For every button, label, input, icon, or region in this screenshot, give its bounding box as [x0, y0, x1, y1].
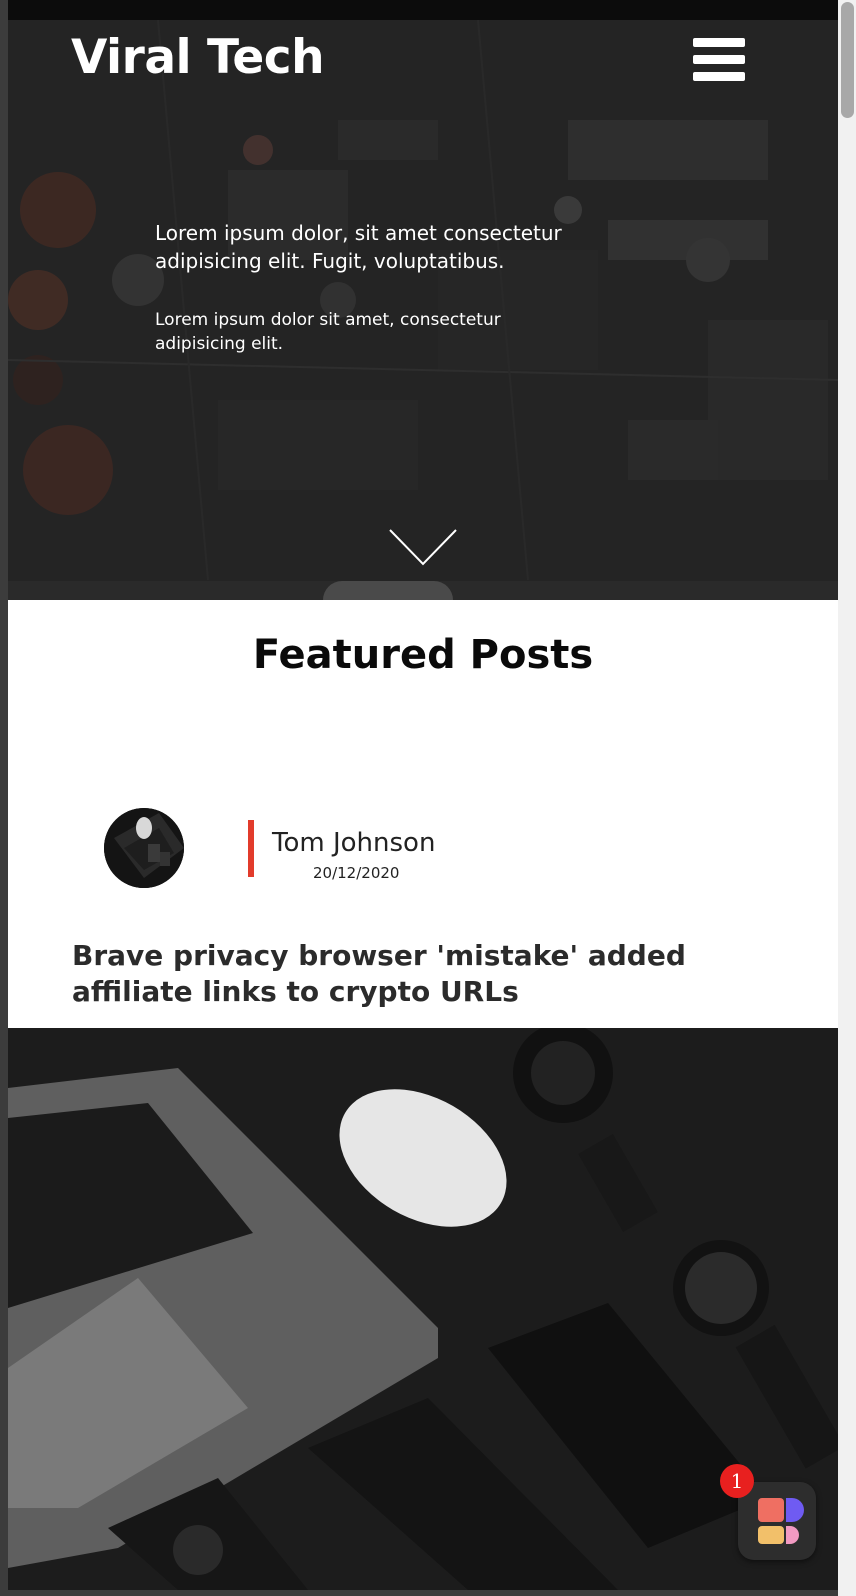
app-grid-icon — [758, 1498, 804, 1544]
hero-bottom-tab — [323, 581, 453, 600]
notification-badge: 1 — [720, 1464, 754, 1498]
browser-viewport: Viral Tech Lorem ipsum dolor, sit amet c… — [0, 0, 856, 1596]
hero-subtext: Lorem ipsum dolor sit amet, consectetur … — [155, 310, 501, 354]
post-date: 20/12/2020 — [313, 864, 400, 882]
author-name[interactable]: Tom Johnson — [272, 828, 435, 858]
hero-headline: Lorem ipsum dolor, sit amet consectetur … — [155, 221, 562, 273]
avatar-image — [104, 808, 184, 888]
site-brand[interactable]: Viral Tech — [71, 30, 325, 85]
scrollbar-thumb[interactable] — [841, 2, 854, 118]
author-avatar[interactable] — [104, 808, 184, 888]
author-accent-bar — [248, 820, 254, 877]
hamburger-menu-icon[interactable] — [693, 38, 745, 82]
top-band — [8, 0, 838, 20]
desk-photo — [8, 1028, 838, 1590]
page: Viral Tech Lorem ipsum dolor, sit amet c… — [8, 0, 838, 1590]
hero-section: Viral Tech Lorem ipsum dolor, sit amet c… — [8, 0, 838, 600]
section-title: Featured Posts — [252, 632, 594, 678]
vertical-scrollbar[interactable] — [838, 0, 856, 1596]
floating-app-widget[interactable]: 1 — [720, 1464, 816, 1560]
chevron-down-icon[interactable] — [388, 528, 458, 568]
post-title-link[interactable]: Brave privacy browser 'mistake' added af… — [72, 938, 712, 1010]
post-thumbnail-image[interactable] — [8, 1028, 838, 1590]
hero-bottom-strip — [8, 581, 838, 600]
hero-overlay — [8, 20, 838, 582]
